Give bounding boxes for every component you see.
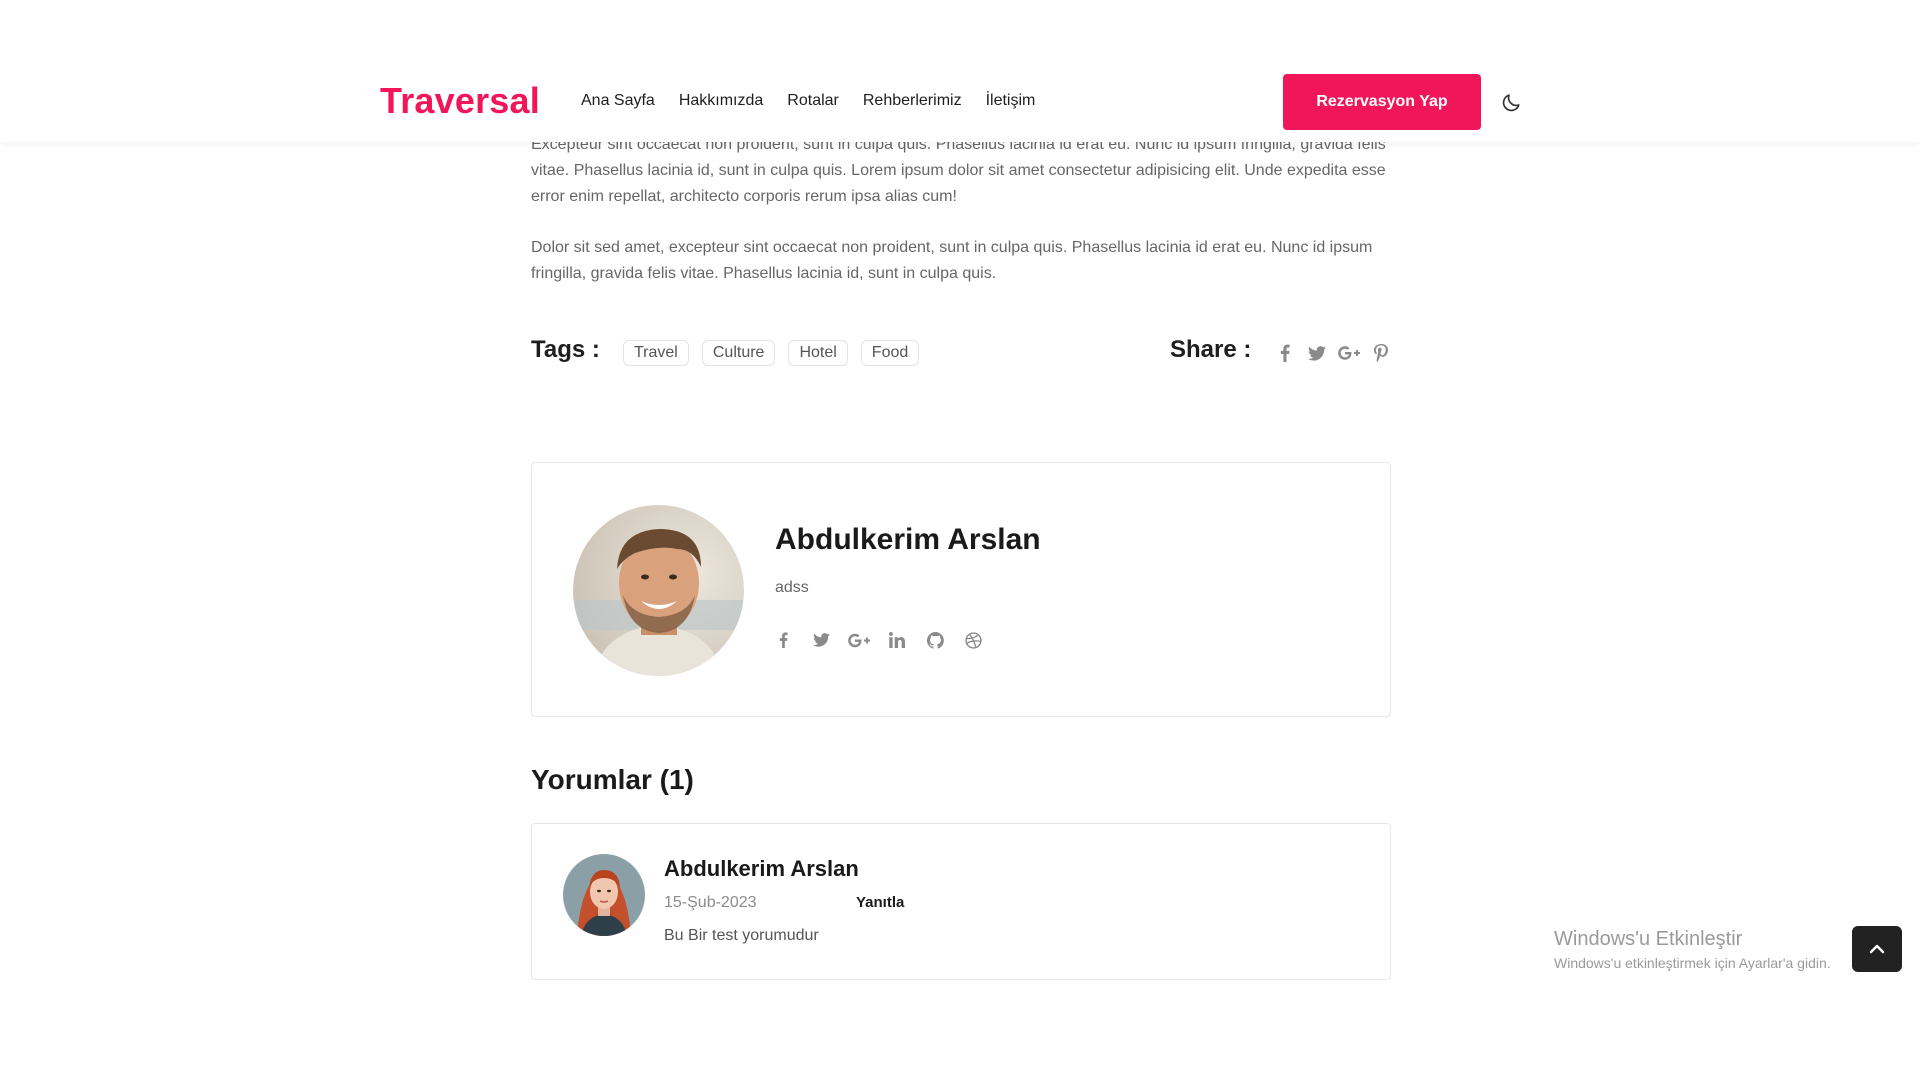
comment-author: Abdulkerim Arslan (664, 856, 859, 881)
tags-title: Tags : (531, 336, 600, 363)
moon-icon[interactable] (1498, 90, 1524, 116)
nav-item-about[interactable]: Hakkımızda (679, 92, 763, 110)
share-title: Share : (1170, 336, 1252, 363)
tag-culture[interactable]: Culture (701, 340, 776, 366)
article-paragraph: Dolor sit sed amet, excepteur sint occae… (531, 239, 1373, 282)
comments-title: Yorumlar (1) (531, 764, 694, 795)
brand-logo[interactable]: Traversal (380, 80, 540, 122)
comment-text: Bu Bir test yorumudur (664, 927, 819, 944)
comment-item: Abdulkerim Arslan 15-Şub-2023 Yanıtla Bu… (531, 823, 1391, 980)
main-nav: Ana Sayfa Hakkımızda Rotalar Rehberlerim… (581, 92, 1035, 110)
tag-food[interactable]: Food (860, 340, 920, 366)
author-card: Abdulkerim Arslan adss (531, 462, 1391, 717)
facebook-icon[interactable] (1274, 342, 1296, 364)
pinterest-icon[interactable] (1370, 342, 1392, 364)
author-social-links (772, 629, 984, 651)
author-bio: adss (775, 579, 809, 596)
nav-item-guides[interactable]: Rehberlerimiz (863, 92, 962, 110)
nav-item-home[interactable]: Ana Sayfa (581, 92, 655, 110)
commenter-avatar (563, 854, 645, 936)
tag-list: Travel Culture Hotel Food (623, 340, 920, 366)
windows-activation-subtitle: Windows'u etkinleştirmek için Ayarlar'a … (1554, 955, 1831, 971)
dribbble-icon[interactable] (962, 629, 984, 651)
reply-button[interactable]: Yanıtla (856, 894, 904, 911)
github-icon[interactable] (924, 629, 946, 651)
windows-activation-title: Windows'u Etkinleştir (1554, 928, 1743, 950)
tags-share-row: Tags : Travel Culture Hotel Food Share : (531, 336, 1391, 372)
tag-hotel[interactable]: Hotel (788, 340, 848, 366)
author-avatar (573, 505, 744, 676)
google-plus-icon[interactable] (848, 629, 870, 651)
linkedin-icon[interactable] (886, 629, 908, 651)
author-name: Abdulkerim Arslan (775, 523, 1041, 556)
share-icons (1274, 342, 1392, 364)
tag-travel[interactable]: Travel (623, 340, 689, 366)
reservation-button[interactable]: Rezervasyon Yap (1283, 74, 1481, 130)
back-to-top-button[interactable] (1852, 926, 1902, 972)
site-header: Traversal Ana Sayfa Hakkımızda Rotalar R… (0, 0, 1920, 142)
nav-item-routes[interactable]: Rotalar (787, 92, 839, 110)
article-paragraph: Excepteur sint occaecat non proident, su… (531, 136, 1386, 205)
google-plus-icon[interactable] (1338, 342, 1360, 364)
twitter-icon[interactable] (1306, 342, 1328, 364)
twitter-icon[interactable] (810, 629, 832, 651)
chevron-up-icon (1869, 944, 1885, 954)
comment-date: 15-Şub-2023 (664, 894, 757, 911)
facebook-icon[interactable] (772, 629, 794, 651)
nav-item-contact[interactable]: İletişim (986, 92, 1036, 110)
